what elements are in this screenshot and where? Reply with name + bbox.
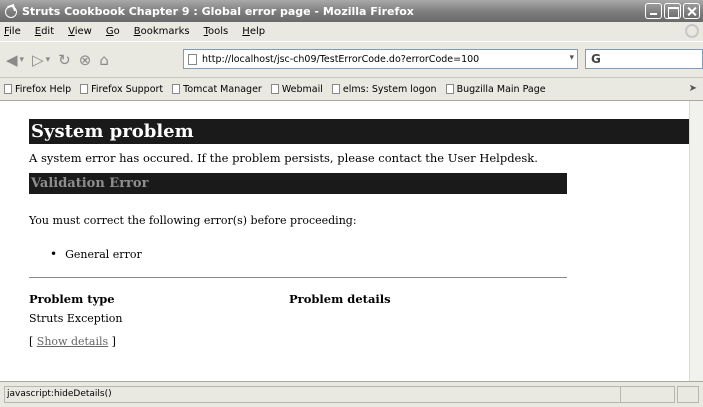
menu-help[interactable]: Help (242, 26, 265, 37)
bookmark-item[interactable]: Firefox Help (4, 84, 71, 95)
bookmark-page-icon (172, 84, 181, 94)
status-bar: javascript:hideDetails() (0, 381, 703, 407)
menu-go[interactable]: Go (106, 26, 120, 37)
throbber-icon (685, 24, 699, 38)
forward-dropdown-icon[interactable]: ▾ (46, 55, 51, 65)
back-icon[interactable]: ◀ (6, 51, 18, 69)
problem-type-value: Struts Exception (29, 312, 123, 325)
show-details-link[interactable]: Show details (37, 335, 108, 348)
bookmark-item[interactable]: Webmail (270, 84, 323, 95)
intro-text: A system error has occured. If the probl… (29, 151, 538, 165)
bookmark-page-icon (80, 84, 89, 94)
bookmark-page-icon (445, 84, 454, 94)
problem-type-label: Problem type (29, 292, 115, 306)
show-details: [ Show details ] (29, 335, 116, 348)
menu-tools[interactable]: Tools (204, 26, 229, 37)
problem-details-label: Problem details (289, 292, 391, 306)
bookmark-item[interactable]: Bugzilla Main Page (445, 84, 546, 95)
navigation-toolbar: ◀ ▾ ▷ ▾ ↻ ⊗ ⌂ http://localhost/jsc-ch09/… (0, 41, 703, 77)
firefox-icon (4, 5, 17, 18)
list-item: General error (50, 247, 142, 261)
page-title: System problem (29, 119, 703, 144)
correct-errors-text: You must correct the following error(s) … (29, 214, 357, 227)
bookmark-page-icon (270, 84, 279, 94)
menu-edit[interactable]: Edit (35, 26, 54, 37)
bookmarks-overflow-icon[interactable]: ➤ (689, 83, 697, 94)
status-panel-resize (677, 386, 699, 403)
url-dropdown-icon[interactable]: ▾ (569, 53, 574, 63)
status-panel (620, 386, 675, 403)
bookmark-item[interactable]: Firefox Support (80, 84, 163, 95)
status-text: javascript:hideDetails() (4, 386, 624, 403)
menu-file[interactable]: File (4, 26, 21, 37)
bookmark-item[interactable]: Tomcat Manager (172, 84, 262, 95)
menu-bar: File Edit View Go Bookmarks Tools Help (0, 22, 703, 41)
home-icon[interactable]: ⌂ (99, 51, 109, 69)
search-input[interactable]: G (585, 49, 703, 69)
page-icon (188, 53, 197, 65)
stop-icon[interactable]: ⊗ (79, 51, 92, 69)
reload-icon[interactable]: ↻ (58, 51, 71, 69)
back-dropdown-icon[interactable]: ▾ (20, 55, 25, 65)
menu-bookmarks[interactable]: Bookmarks (134, 26, 190, 37)
url-text: http://localhost/jsc-ch09/TestErrorCode.… (202, 53, 480, 65)
window-controls (645, 3, 700, 19)
window-title: Struts Cookbook Chapter 9 : Global error… (22, 4, 414, 18)
menu-view[interactable]: View (68, 26, 92, 37)
divider (29, 277, 567, 278)
maximize-button[interactable] (664, 3, 681, 19)
bookmark-page-icon (331, 84, 340, 94)
close-button[interactable] (683, 3, 700, 19)
bookmarks-toolbar: Firefox Help Firefox Support Tomcat Mana… (0, 77, 703, 101)
window-titlebar: Struts Cookbook Chapter 9 : Global error… (0, 0, 703, 22)
forward-icon[interactable]: ▷ (32, 51, 44, 69)
bookmark-page-icon (4, 84, 12, 94)
bookmark-item[interactable]: elms: System logon (331, 84, 437, 95)
vertical-scrollbar[interactable] (689, 101, 703, 381)
minimize-button[interactable] (645, 3, 662, 19)
url-input[interactable]: http://localhost/jsc-ch09/TestErrorCode.… (183, 49, 578, 69)
page-content: System problem A system error has occure… (0, 101, 703, 381)
validation-heading: Validation Error (29, 173, 567, 194)
search-engine-icon[interactable]: G (591, 52, 601, 66)
error-list: General error (50, 247, 142, 261)
